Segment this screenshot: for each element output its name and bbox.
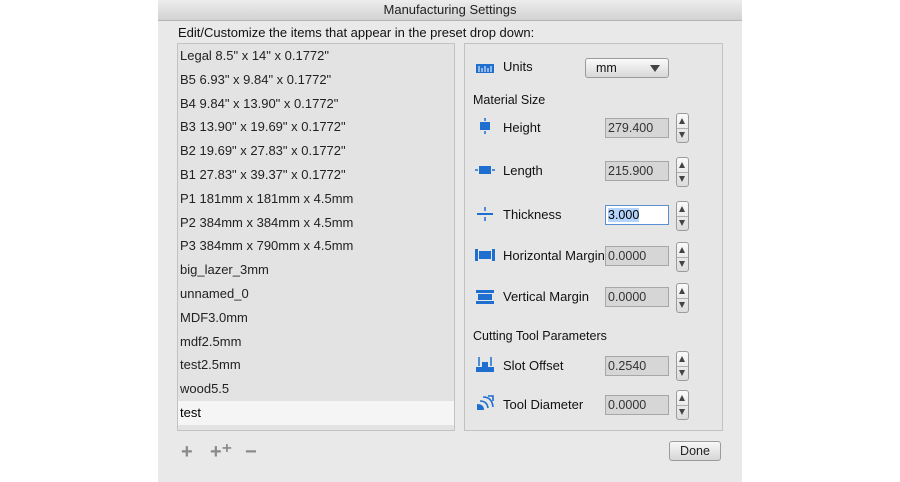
done-button[interactable]: Done	[669, 441, 721, 461]
slot-offset-icon	[476, 357, 494, 372]
thickness-decrement-button[interactable]	[677, 216, 688, 230]
horizontal-margin-icon	[475, 249, 495, 261]
preset-list-item[interactable]: mdf2.5mm	[178, 330, 454, 354]
preset-list-item[interactable]: Legal 8.5" x 14" x 0.1772"	[178, 44, 454, 68]
preset-list-item[interactable]: big_lazer_3mm	[178, 258, 454, 282]
length-increment-button[interactable]	[677, 158, 688, 173]
height-stepper[interactable]	[676, 113, 689, 143]
length-decrement-button[interactable]	[677, 172, 688, 186]
thickness-stepper[interactable]	[676, 201, 689, 231]
cutting-tool-heading: Cutting Tool Parameters	[473, 329, 607, 343]
preset-list-item[interactable]: unnamed_0	[178, 282, 454, 306]
units-select[interactable]: mm	[585, 58, 669, 78]
vertical-margin-stepper[interactable]	[676, 283, 689, 313]
tool-diameter-increment-button[interactable]	[677, 391, 688, 406]
add-preset-button[interactable]: +	[181, 442, 193, 462]
slot-offset-increment-button[interactable]	[677, 352, 688, 367]
preset-list-item[interactable]: MDF3.0mm	[178, 306, 454, 330]
instructions-text: Edit/Customize the items that appear in …	[178, 25, 535, 40]
thickness-label: Thickness	[503, 207, 562, 222]
duplicate-preset-button[interactable]: +⁺	[210, 442, 232, 462]
manufacturing-settings-window: Manufacturing Settings Edit/Customize th…	[158, 0, 742, 482]
units-label: Units	[503, 59, 533, 74]
preset-list-item[interactable]: B3 13.90" x 19.69" x 0.1772"	[178, 115, 454, 139]
thickness-value: 3.000	[608, 208, 640, 222]
material-size-heading: Material Size	[473, 93, 546, 107]
thickness-input[interactable]: 3.000	[605, 205, 669, 225]
thickness-increment-button[interactable]	[677, 202, 688, 217]
preset-list-item[interactable]: test2.5mm	[178, 353, 454, 377]
slot-offset-input[interactable]: 0.2540	[605, 356, 669, 376]
height-icon	[480, 118, 490, 134]
preset-list-item[interactable]: B5 6.93" x 9.84" x 0.1772"	[178, 68, 454, 92]
tool-diameter-decrement-button[interactable]	[677, 405, 688, 419]
settings-panel: Units mm Material Size Height 279.400 Le…	[464, 43, 723, 431]
horizontal-margin-stepper[interactable]	[676, 242, 689, 272]
vertical-margin-label: Vertical Margin	[503, 289, 589, 304]
height-decrement-button[interactable]	[677, 128, 688, 142]
height-input[interactable]: 279.400	[605, 118, 669, 138]
vertical-margin-increment-button[interactable]	[677, 284, 688, 299]
slot-offset-stepper[interactable]	[676, 351, 689, 381]
slot-offset-decrement-button[interactable]	[677, 366, 688, 380]
preset-list[interactable]: Legal 8.5" x 14" x 0.1772" B5 6.93" x 9.8…	[177, 43, 455, 431]
preset-list-item[interactable]: B1 27.83" x 39.37" x 0.1772"	[178, 163, 454, 187]
units-value: mm	[596, 61, 617, 75]
preset-list-item[interactable]: P3 384mm x 790mm x 4.5mm	[178, 234, 454, 258]
height-label: Height	[503, 120, 541, 135]
vertical-margin-input[interactable]: 0.0000	[605, 287, 669, 307]
horizontal-margin-decrement-button[interactable]	[677, 257, 688, 271]
length-stepper[interactable]	[676, 157, 689, 187]
length-label: Length	[503, 163, 543, 178]
preset-list-item[interactable]: B2 19.69" x 27.83" x 0.1772"	[178, 139, 454, 163]
length-input[interactable]: 215.900	[605, 161, 669, 181]
horizontal-margin-label: Horizontal Margin	[503, 248, 605, 263]
chevron-down-icon	[650, 65, 660, 72]
tool-diameter-stepper[interactable]	[676, 390, 689, 420]
length-icon	[475, 166, 495, 174]
tool-diameter-input[interactable]: 0.0000	[605, 395, 669, 415]
horizontal-margin-increment-button[interactable]	[677, 243, 688, 258]
preset-list-item[interactable]: wood5.5	[178, 377, 454, 401]
thickness-icon	[477, 207, 493, 221]
ruler-icon	[476, 64, 494, 73]
height-increment-button[interactable]	[677, 114, 688, 129]
preset-list-item[interactable]: B4 9.84" x 13.90" x 0.1772"	[178, 92, 454, 116]
slot-offset-label: Slot Offset	[503, 358, 564, 373]
preset-list-item[interactable]: test	[178, 400, 454, 425]
preset-list-item[interactable]: P2 384mm x 384mm x 4.5mm	[178, 211, 454, 235]
preset-list-item[interactable]: P1 181mm x 181mm x 4.5mm	[178, 187, 454, 211]
window-title: Manufacturing Settings	[158, 0, 742, 21]
vertical-margin-decrement-button[interactable]	[677, 298, 688, 312]
horizontal-margin-input[interactable]: 0.0000	[605, 246, 669, 266]
tool-diameter-label: Tool Diameter	[503, 397, 584, 412]
tool-diameter-icon	[477, 395, 494, 410]
vertical-margin-icon	[476, 290, 494, 304]
remove-preset-button[interactable]: −	[245, 442, 257, 462]
